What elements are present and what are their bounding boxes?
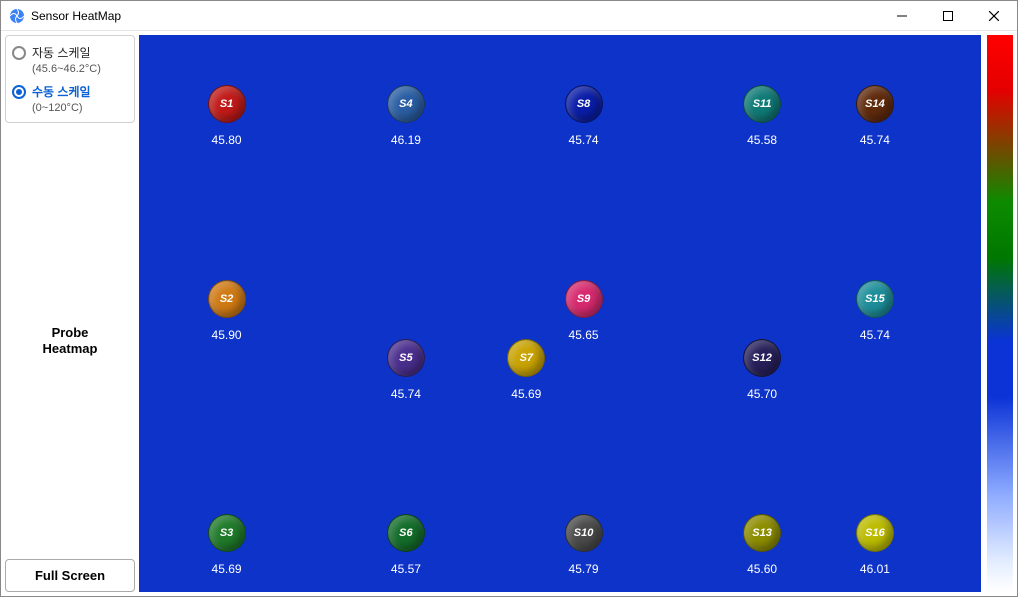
fullscreen-button-label: Full Screen (35, 568, 105, 583)
client-area: 자동 스케일 (45.6~46.2°C) 수동 스케일 (0~120°C) Pr… (1, 31, 1017, 596)
sensor-s3[interactable]: S3 45.69 (208, 514, 246, 576)
sensor-bubble: S3 (208, 514, 246, 552)
sensor-s14[interactable]: S14 45.74 (856, 85, 894, 147)
sensor-value: 45.79 (569, 562, 599, 576)
radio-auto-scale-sub: (45.6~46.2°C) (32, 63, 128, 75)
probe-title-line2: Heatmap (43, 341, 98, 356)
window-title: Sensor HeatMap (31, 9, 121, 23)
sensor-value: 45.60 (747, 562, 777, 576)
sensor-s15[interactable]: S15 45.74 (856, 280, 894, 342)
sensor-s16[interactable]: S16 46.01 (856, 514, 894, 576)
sensor-value: 45.74 (860, 133, 890, 147)
radio-manual-scale[interactable]: 수동 스케일 (12, 83, 128, 100)
sensor-bubble: S9 (565, 280, 603, 318)
radio-manual-scale-label: 수동 스케일 (32, 83, 91, 100)
titlebar: Sensor HeatMap (1, 1, 1017, 31)
radio-icon (12, 85, 26, 99)
sensor-bubble: S15 (856, 280, 894, 318)
fullscreen-button[interactable]: Full Screen (5, 559, 135, 592)
sensor-s8[interactable]: S8 45.74 (565, 85, 603, 147)
sensor-bubble: S5 (387, 339, 425, 377)
sensor-value: 45.74 (391, 387, 421, 401)
sensor-value: 45.65 (569, 328, 599, 342)
sensor-value: 45.74 (569, 133, 599, 147)
sensor-bubble: S1 (208, 85, 246, 123)
app-icon (9, 8, 25, 24)
sensor-bubble: S4 (387, 85, 425, 123)
heatmap-area: S1 45.80 S4 46.19 S8 45.74 S11 45.58 S14 45.74 S2 4… (139, 35, 1013, 592)
sensor-value: 45.57 (391, 562, 421, 576)
probe-heatmap-title: Probe Heatmap (43, 325, 98, 356)
radio-manual-scale-sub: (0~120°C) (32, 102, 128, 114)
sidebar-mid: Probe Heatmap (5, 131, 135, 551)
maximize-button[interactable] (925, 1, 971, 31)
sensor-s12[interactable]: S12 45.70 (743, 339, 781, 401)
app-window: Sensor HeatMap 자동 스케일 (45.6~46.2°C) (0, 0, 1018, 597)
radio-auto-scale-label: 자동 스케일 (32, 44, 91, 61)
sensor-value: 45.74 (860, 328, 890, 342)
heatmap-canvas[interactable]: S1 45.80 S4 46.19 S8 45.74 S11 45.58 S14 45.74 S2 4… (139, 35, 981, 592)
radio-auto-scale[interactable]: 자동 스케일 (12, 44, 128, 61)
sensor-bubble: S10 (565, 514, 603, 552)
sensor-s9[interactable]: S9 45.65 (565, 280, 603, 342)
sensor-bubble: S8 (565, 85, 603, 123)
sensor-bubble: S11 (743, 85, 781, 123)
sensor-value: 45.58 (747, 133, 777, 147)
sensor-value: 46.19 (391, 133, 421, 147)
sensor-value: 46.01 (860, 562, 890, 576)
minimize-button[interactable] (879, 1, 925, 31)
sensor-bubble: S6 (387, 514, 425, 552)
close-button[interactable] (971, 1, 1017, 31)
sensor-bubble: S2 (208, 280, 246, 318)
sensor-s1[interactable]: S1 45.80 (208, 85, 246, 147)
sensor-bubble: S12 (743, 339, 781, 377)
sensor-value: 45.69 (212, 562, 242, 576)
sensor-s6[interactable]: S6 45.57 (387, 514, 425, 576)
radio-icon (12, 46, 26, 60)
probe-title-line1: Probe (52, 325, 89, 340)
sensor-bubble: S14 (856, 85, 894, 123)
sensor-s2[interactable]: S2 45.90 (208, 280, 246, 342)
sensor-value: 45.70 (747, 387, 777, 401)
sensor-s11[interactable]: S11 45.58 (743, 85, 781, 147)
sensor-value: 45.90 (212, 328, 242, 342)
sensor-s7[interactable]: S7 45.69 (507, 339, 545, 401)
sensor-bubble: S16 (856, 514, 894, 552)
sensor-bubble: S13 (743, 514, 781, 552)
sensor-s5[interactable]: S5 45.74 (387, 339, 425, 401)
sensor-value: 45.69 (511, 387, 541, 401)
sensor-s10[interactable]: S10 45.79 (565, 514, 603, 576)
sidebar: 자동 스케일 (45.6~46.2°C) 수동 스케일 (0~120°C) Pr… (5, 35, 135, 592)
sensor-bubble: S7 (507, 339, 545, 377)
sensor-value: 45.80 (212, 133, 242, 147)
scale-radio-group: 자동 스케일 (45.6~46.2°C) 수동 스케일 (0~120°C) (5, 35, 135, 123)
sensor-s13[interactable]: S13 45.60 (743, 514, 781, 576)
colorbar (987, 35, 1013, 592)
sensor-s4[interactable]: S4 46.19 (387, 85, 425, 147)
